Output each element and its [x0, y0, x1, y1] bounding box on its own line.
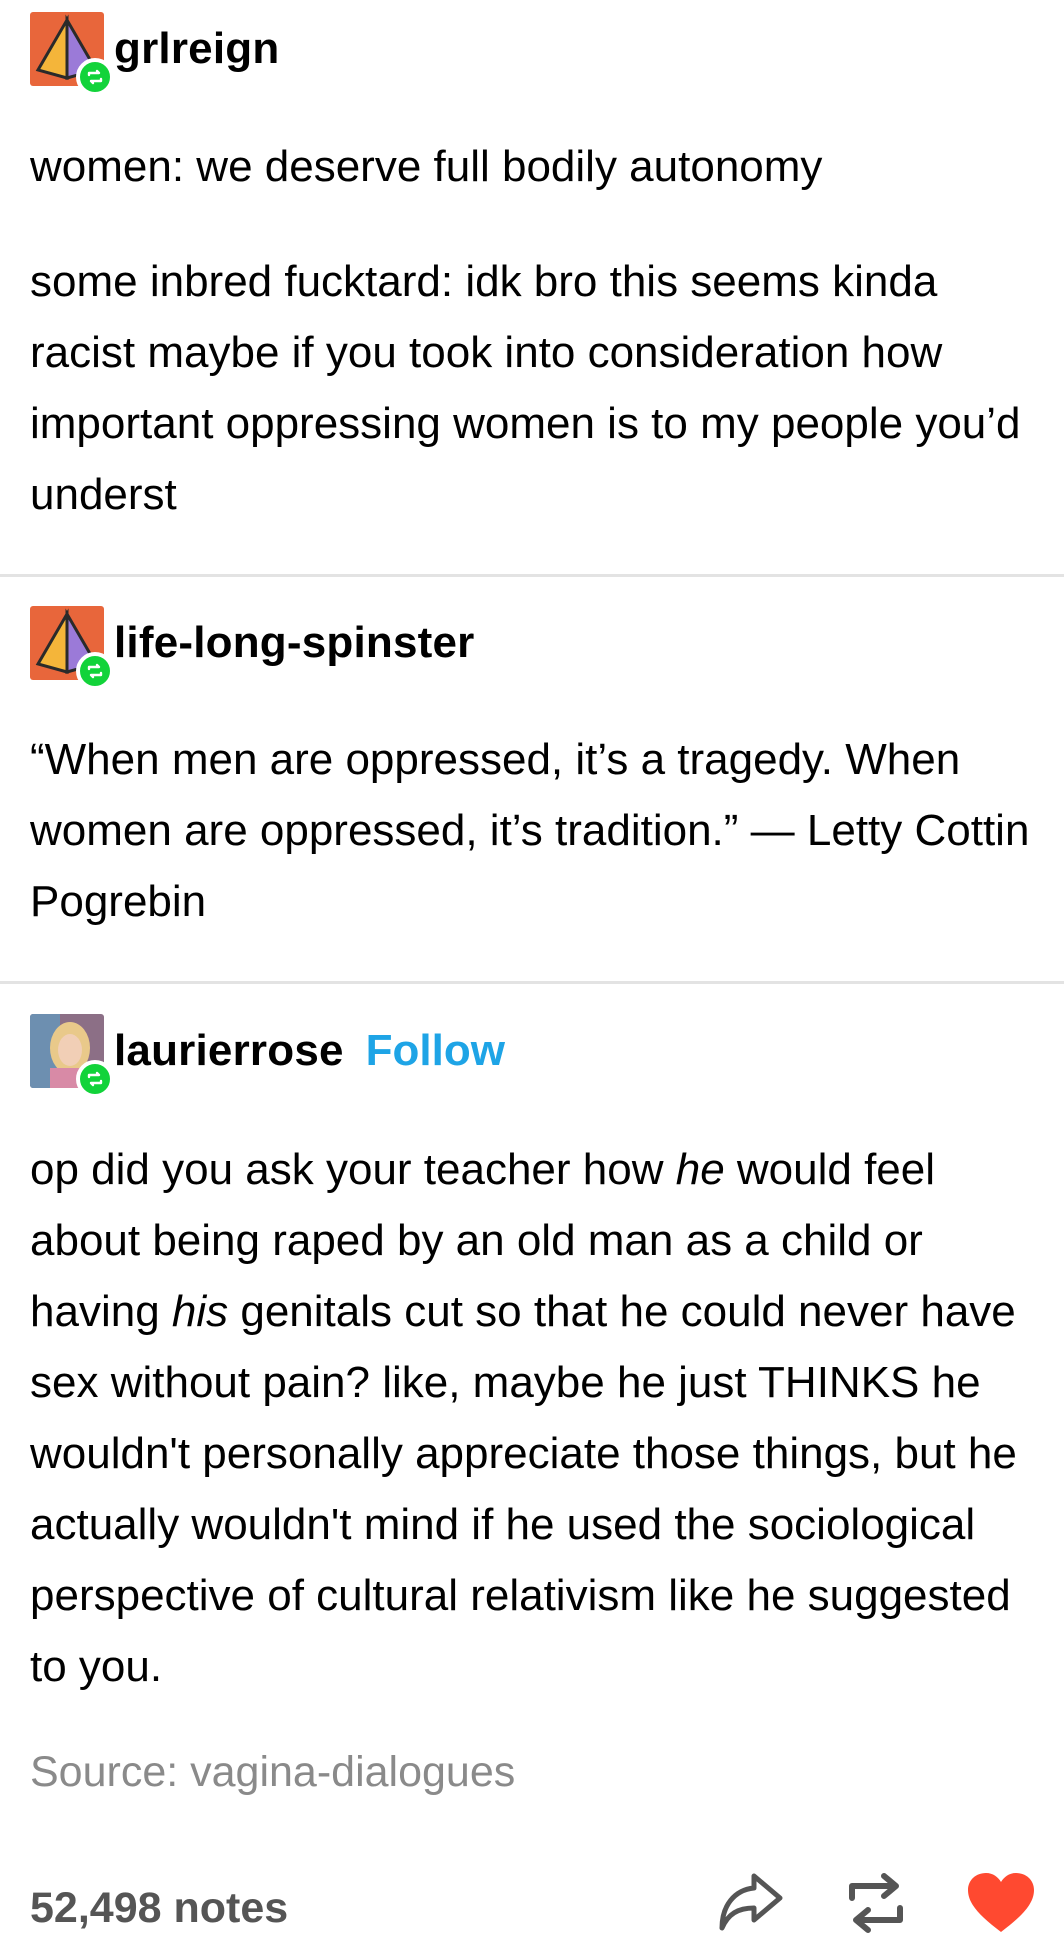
post-divider — [0, 574, 1064, 577]
follow-button[interactable]: Follow — [366, 1026, 505, 1076]
post-header: grlreign — [30, 12, 329, 96]
username[interactable]: laurierrose — [114, 1026, 344, 1076]
avatar-laurierrose[interactable] — [30, 1014, 114, 1098]
username[interactable]: grlreign — [114, 24, 279, 74]
post-paragraph: “When men are oppressed, it’s a tragedy.… — [30, 735, 1030, 926]
reblog-badge-icon — [76, 1060, 114, 1098]
post-paragraph: some inbred fucktard: idk bro this seems… — [30, 257, 1021, 519]
post-header: life-long-spinster — [30, 606, 525, 690]
post-paragraph: women: we deserve full bodily autonomy — [30, 142, 823, 191]
source-link[interactable]: Source: vagina-dialogues — [30, 1748, 515, 1797]
reblog-badge-icon — [76, 58, 114, 96]
username[interactable]: life-long-spinster — [114, 618, 475, 668]
avatar-grlreign[interactable] — [30, 12, 114, 96]
like-heart-icon[interactable] — [966, 1872, 1036, 1939]
post-header: laurierrose Follow — [30, 1014, 555, 1098]
reblog-icon[interactable] — [844, 1872, 908, 1939]
post-paragraph: op did you ask your teacher how he would… — [30, 1145, 1017, 1691]
notes-count[interactable]: 52,498 notes — [30, 1884, 288, 1933]
reblog-badge-icon — [76, 652, 114, 690]
avatar-life-long-spinster[interactable] — [30, 606, 114, 690]
share-icon[interactable] — [716, 1870, 786, 1939]
post-divider — [0, 981, 1064, 984]
